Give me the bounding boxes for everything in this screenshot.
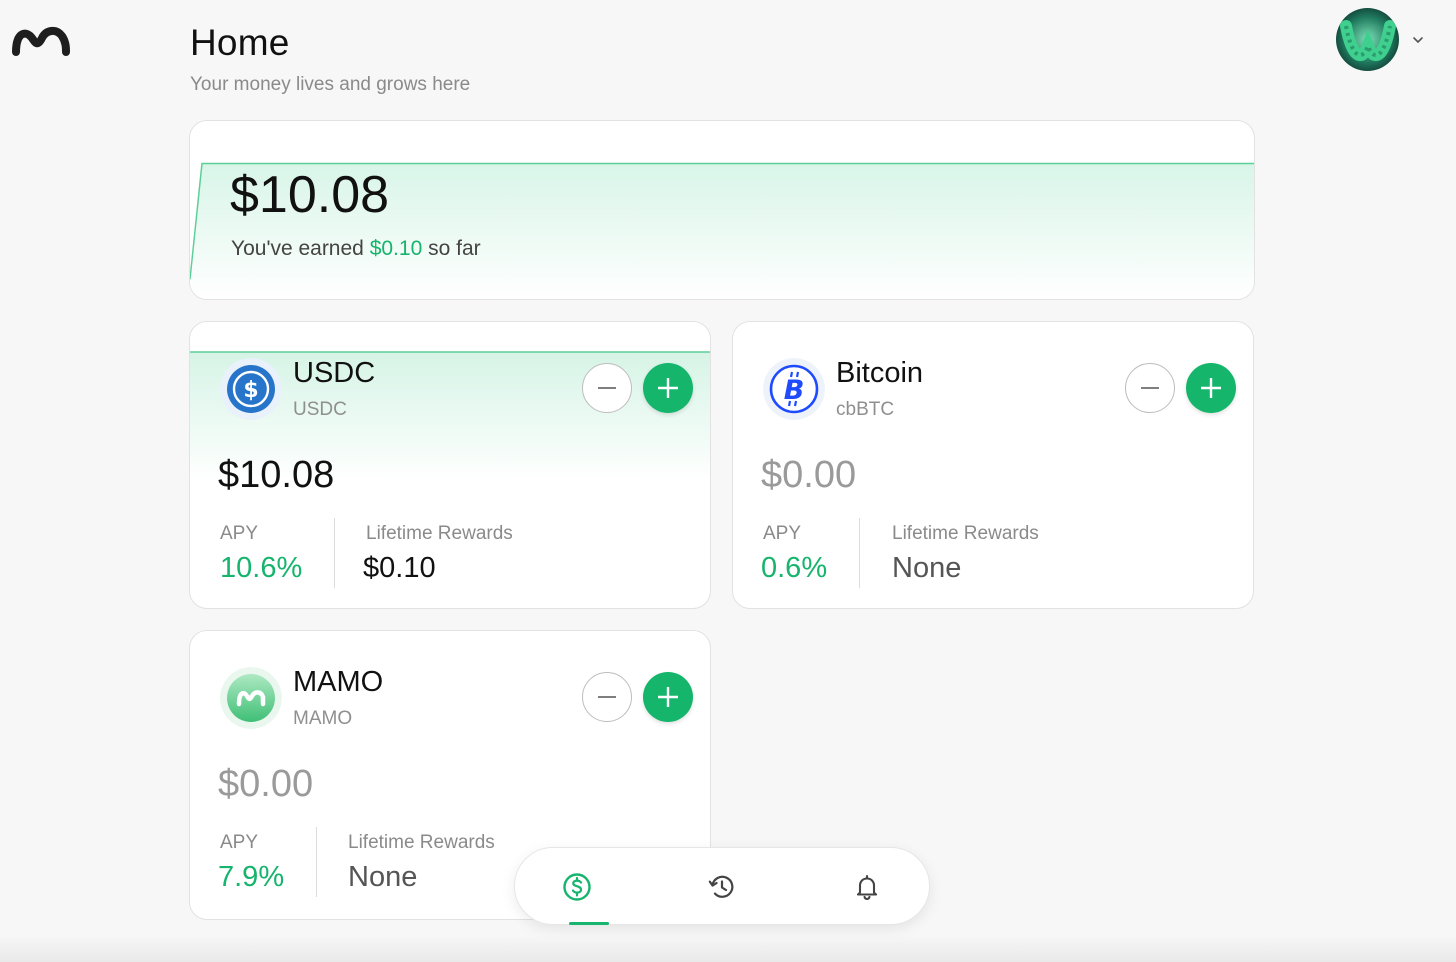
minus-icon [1141,387,1159,389]
rewards-value: None [348,861,418,893]
asset-name: USDC [293,357,376,389]
dollar-circle-icon [563,873,591,901]
page-subtitle: Your money lives and grows here [190,74,471,95]
plus-icon [1201,378,1221,398]
rewards-value: $0.10 [363,552,436,584]
plus-icon [658,378,678,398]
active-tab-indicator [569,922,609,925]
earned-suffix: so far [428,237,481,260]
minus-icon [598,696,616,698]
apy-value: 10.6% [220,552,303,584]
avatar[interactable] [1336,8,1399,71]
rewards-label: Lifetime Rewards [348,832,495,853]
deposit-button[interactable] [643,672,693,722]
asset-value: $0.00 [761,454,857,496]
bell-icon [856,874,878,901]
stat-divider [859,518,860,588]
asset-card-usdc[interactable]: $ USDC USDC $10.08 APY 10.6% Lifetime Re… [189,321,711,609]
bottom-nav [514,847,930,925]
stat-divider [316,827,317,897]
bottom-fade [0,935,1456,962]
page-title: Home [190,22,290,63]
withdraw-button[interactable] [1125,363,1175,413]
asset-value: $10.08 [218,454,335,496]
apy-label: APY [763,523,802,544]
earned-amount: $0.10 [369,237,423,260]
earned-summary: You've earned $0.10 so far [231,237,481,261]
account-menu[interactable] [1336,8,1425,71]
withdraw-button[interactable] [582,363,632,413]
stat-divider [334,518,335,588]
bitcoin-coin-icon: B [763,358,825,420]
asset-symbol: MAMO [293,708,353,729]
plus-icon [658,687,678,707]
nav-home[interactable] [527,848,627,926]
mamo-coin-icon [220,667,282,729]
asset-symbol: USDC [293,399,347,420]
apy-value: 7.9% [218,861,285,893]
usdc-coin-icon: $ [220,358,282,420]
minus-icon [598,387,616,389]
rewards-label: Lifetime Rewards [892,523,1039,544]
withdraw-button[interactable] [582,672,632,722]
svg-text:B: B [784,375,805,406]
svg-text:$: $ [243,378,258,403]
nav-notifications[interactable] [817,848,917,926]
rewards-label: Lifetime Rewards [366,523,513,544]
chevron-down-icon[interactable] [1411,33,1425,47]
asset-value: $0.00 [218,763,314,805]
asset-symbol: cbBTC [836,399,895,420]
total-balance-card: $10.08 You've earned $0.10 so far [189,120,1255,300]
history-icon [708,875,734,898]
rewards-value: None [892,552,962,584]
deposit-button[interactable] [1186,363,1236,413]
total-balance: $10.08 [230,166,390,224]
asset-name: Bitcoin [836,357,924,389]
mamo-logo-icon[interactable] [12,22,72,58]
earned-prefix: You've earned [231,237,364,260]
asset-card-bitcoin[interactable]: B Bitcoin cbBTC $0.00 APY 0.6% Lifetime … [732,321,1254,609]
deposit-button[interactable] [643,363,693,413]
apy-label: APY [220,523,259,544]
apy-label: APY [220,832,259,853]
asset-name: MAMO [293,666,384,698]
nav-history[interactable] [672,848,772,926]
apy-value: 0.6% [761,552,828,584]
